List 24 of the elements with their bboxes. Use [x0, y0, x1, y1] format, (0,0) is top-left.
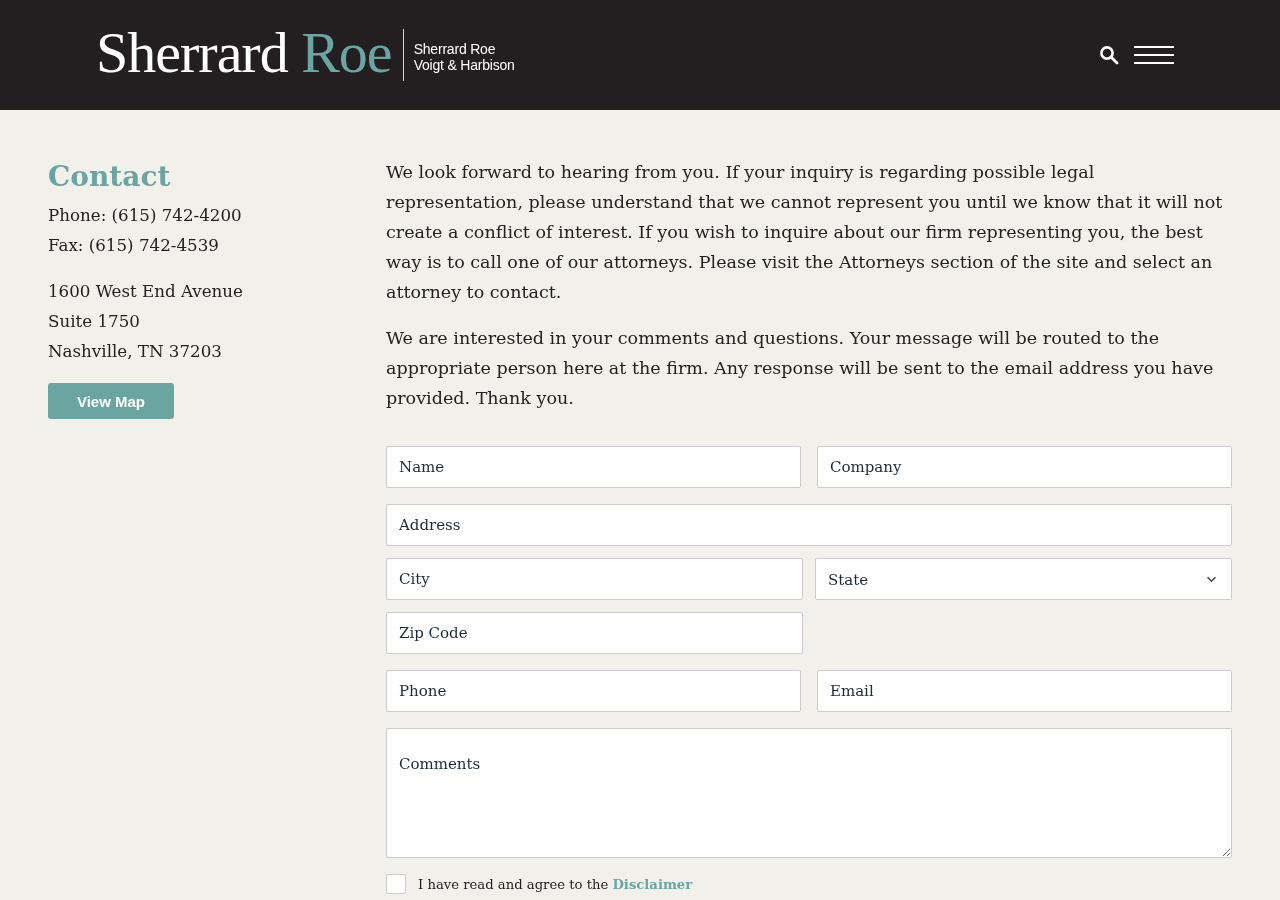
agreement-text: I have read and agree to the Disclaimer: [418, 876, 693, 892]
address-line: Suite 1750: [48, 310, 141, 333]
address-line: Nashville, TN 37203: [48, 340, 223, 363]
text-field[interactable]: Name: [386, 446, 801, 488]
contact-heading: Contact: [48, 159, 172, 195]
intro-paragraph: We are interested in your comments and questions. Your message will be routed to the appropriate person here at the firm. Any response will be sent to the email address you have provided. Thank you.: [386, 327, 1215, 410]
agreement-checkbox[interactable]: [386, 874, 406, 894]
text-field[interactable]: Email: [817, 670, 1232, 712]
text-field[interactable]: Address: [386, 504, 1232, 546]
chevron-down-icon: [1206, 575, 1217, 583]
text-field[interactable]: Phone: [386, 670, 801, 712]
text-field[interactable]: City: [386, 558, 803, 600]
contact-number: Fax: (615) 742-4539: [48, 234, 220, 257]
logo-wordmark[interactable]: Sherrard Roe: [96, 24, 392, 82]
text-field[interactable]: Zip Code: [386, 612, 803, 654]
comments-textarea[interactable]: Comments: [386, 728, 1232, 858]
search-icon[interactable]: [1099, 45, 1119, 65]
select-field[interactable]: State: [815, 558, 1232, 600]
logo-subtitle: Sherrard Roe Voigt & Harbison: [413, 40, 515, 73]
intro-paragraph: We look forward to hearing from you. If your inquiry is regarding possible legal representation, please understand that we cannot represent you until we know that it will not create a conflict of interest. If you wish to inquire about our firm representing you, the best way is to call one of our attorneys. Please visit the Attorneys section of the site and select an attorney to contact.: [386, 161, 1224, 304]
menu-icon[interactable]: [1134, 46, 1174, 64]
contact-number: Phone: (615) 742-4200: [48, 204, 243, 227]
address-line: 1600 West End Avenue: [48, 280, 244, 303]
text-field[interactable]: Company: [817, 446, 1232, 488]
